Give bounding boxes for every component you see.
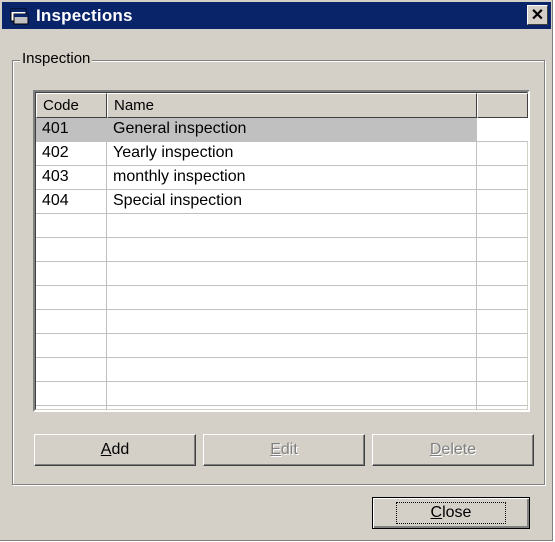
close-icon: ✕ (530, 7, 545, 24)
table-row[interactable]: 401 General inspection (36, 118, 528, 142)
table-row[interactable] (36, 334, 528, 358)
table-row[interactable]: 404 Special inspection (36, 190, 528, 214)
title-bar[interactable]: Inspections ✕ (2, 2, 551, 29)
groupbox-label: Inspection (20, 50, 93, 67)
cell-name: monthly inspection (113, 168, 246, 185)
cell-name: General inspection (113, 120, 247, 137)
table-row[interactable]: 403 monthly inspection (36, 166, 528, 190)
table-row[interactable] (36, 262, 528, 286)
inspections-dialog: Inspections ✕ Inspection Code Name 401 Ge… (0, 0, 553, 541)
table-row[interactable] (36, 286, 528, 310)
column-header-code[interactable]: Code (36, 93, 107, 118)
cell-extra (477, 118, 528, 141)
delete-button[interactable]: Delete (372, 434, 534, 466)
cell-name: Yearly inspection (113, 144, 234, 161)
edit-button[interactable]: Edit (203, 434, 365, 466)
close-window-button[interactable]: ✕ (527, 5, 548, 25)
table-row[interactable] (36, 382, 528, 406)
cell-code: 402 (42, 144, 69, 161)
cell-code: 401 (42, 120, 69, 137)
table-row[interactable] (36, 310, 528, 334)
table-row[interactable] (36, 214, 528, 238)
table-row[interactable] (36, 358, 528, 382)
window-title: Inspections (36, 5, 133, 25)
column-header-extra[interactable] (477, 93, 528, 118)
cell-name: Special inspection (113, 192, 242, 209)
add-button[interactable]: Add (34, 434, 196, 466)
inspection-grid[interactable]: Code Name 401 General inspection 402 Yearly… (33, 90, 530, 412)
table-row[interactable]: 402 Yearly inspection (36, 142, 528, 166)
cell-code: 403 (42, 168, 69, 185)
table-row[interactable] (36, 238, 528, 262)
column-header-name[interactable]: Name (107, 93, 477, 118)
cell-code: 404 (42, 192, 69, 209)
app-window-icon (10, 7, 32, 25)
close-button[interactable]: Close (372, 497, 530, 529)
grid-column-divider (106, 118, 107, 410)
grid-column-divider (476, 118, 477, 410)
